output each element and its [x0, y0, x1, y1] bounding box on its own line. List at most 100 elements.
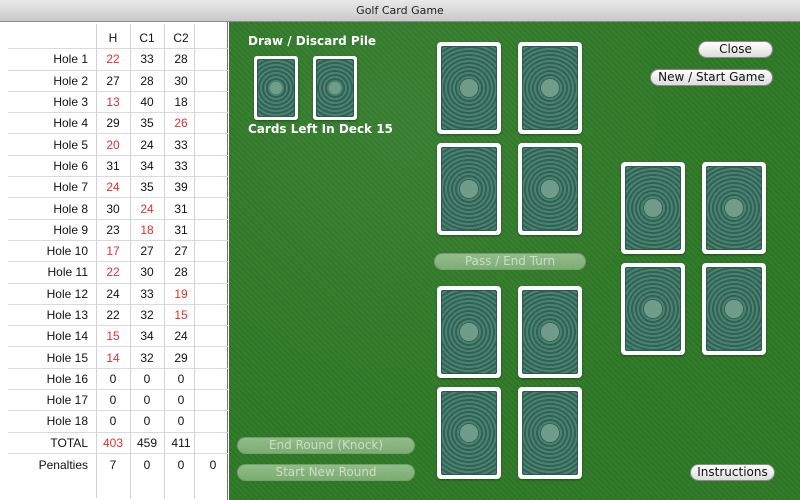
score-c2: 39 [174, 180, 188, 195]
score-h: 14 [106, 350, 120, 365]
hole-label: Hole 4 [53, 116, 88, 131]
card-back [625, 267, 681, 351]
hole-label: Hole 2 [53, 73, 88, 88]
hole-label: Hole 18 [46, 414, 88, 429]
score-h: 23 [106, 222, 120, 237]
instructions-button[interactable]: Instructions [690, 464, 775, 481]
card-back [706, 267, 762, 351]
column-header-h: H [108, 31, 118, 46]
score-c1: 35 [140, 180, 154, 195]
score-c1: 34 [140, 329, 154, 344]
card-back [441, 46, 497, 130]
score-c1: 0 [143, 371, 151, 386]
player-card[interactable] [518, 286, 582, 378]
score-c2: 31 [174, 201, 188, 216]
hole-row: Hole 16 0 0 0 [8, 369, 228, 391]
hole-label: Hole 5 [53, 137, 88, 152]
score-h: 0 [109, 414, 117, 429]
card-back [522, 46, 578, 130]
total-c2: 411 [171, 435, 191, 450]
hole-row: Hole 9 23 18 31 [8, 220, 228, 241]
discard-pile-card[interactable] [313, 56, 357, 120]
draw-discard-label: Draw / Discard Pile [248, 34, 377, 48]
hole-row: Hole 6 31 34 33 [8, 156, 228, 178]
score-c2: 0 [177, 371, 185, 386]
score-c2: 27 [174, 244, 188, 259]
score-c2: 19 [174, 286, 188, 301]
score-h: 13 [106, 95, 120, 110]
score-h: 22 [106, 308, 120, 322]
hole-label: Hole 3 [53, 95, 88, 110]
score-c1: 32 [140, 350, 154, 365]
c1-card [437, 143, 501, 235]
pass-end-turn-button[interactable]: Pass / End Turn [434, 253, 586, 270]
score-c1: 0 [143, 393, 151, 408]
score-h: 31 [106, 158, 120, 173]
c2-card [702, 263, 766, 355]
hole-row: Hole 2 27 28 30 [8, 71, 228, 92]
score-c2: 28 [174, 265, 188, 280]
deck-count-label: Cards Left In Deck 15 [248, 122, 393, 136]
hole-label: Hole 6 [53, 158, 88, 173]
hole-row: Hole 8 30 24 31 [8, 198, 228, 220]
hole-row: Hole 11 22 30 28 [8, 262, 228, 284]
score-h: 17 [106, 244, 120, 259]
c2-card [621, 162, 685, 254]
player-card[interactable] [437, 286, 501, 378]
draw-pile-card[interactable] [254, 56, 298, 120]
hole-row: Hole 13 22 32 15 [8, 305, 228, 327]
card-back [441, 147, 497, 231]
score-c2: 30 [174, 73, 188, 88]
card-back [706, 166, 762, 250]
score-c2: 0 [177, 414, 185, 429]
hole-label: Hole 8 [53, 201, 88, 216]
hole-row: Hole 4 29 35 26 [8, 113, 228, 135]
c1-card [437, 42, 501, 134]
new-start-game-button[interactable]: New / Start Game [650, 69, 773, 86]
close-button[interactable]: Close [698, 41, 773, 58]
hole-label: Hole 15 [46, 350, 88, 365]
hole-row: Hole 12 24 33 19 [8, 284, 228, 305]
c2-card [621, 263, 685, 355]
score-c2: 0 [177, 393, 185, 408]
score-c1: 30 [140, 265, 154, 280]
score-h: 22 [106, 265, 120, 280]
hole-label: Hole 10 [46, 244, 88, 259]
start-new-round-button[interactable]: Start New Round [237, 464, 415, 481]
player-card[interactable] [437, 387, 501, 479]
card-back [441, 391, 497, 475]
score-h: 20 [106, 137, 120, 152]
card-back [522, 290, 578, 374]
scoreboard: H C1 C2 Hole 1 22 33 28 Hole 2 27 28 30 Hole 3 13… [0, 22, 228, 500]
hole-label: Hole 17 [46, 393, 88, 408]
penalties-c1: 0 [143, 457, 151, 472]
score-h: 0 [109, 393, 117, 408]
total-c1: 459 [136, 435, 158, 450]
penalties-extra: 0 [209, 457, 217, 472]
hole-row: Hole 17 0 0 0 [8, 390, 228, 412]
c1-card [518, 143, 582, 235]
hole-row: Hole 1 22 33 28 [8, 49, 228, 71]
score-c1: 40 [140, 95, 154, 110]
total-label: TOTAL [50, 435, 88, 450]
score-c1: 18 [140, 222, 154, 237]
score-c2: 24 [174, 329, 188, 344]
game-window: Golf Card Game H C1 C2 Hole 1 22 33 28 Hole … [0, 0, 800, 500]
total-row: TOTAL 403 459 411 [8, 433, 228, 454]
hole-label: Hole 9 [53, 222, 88, 237]
score-h: 30 [106, 201, 120, 216]
player-card[interactable] [518, 387, 582, 479]
score-c2: 15 [174, 308, 188, 322]
total-h: 403 [102, 435, 124, 450]
end-round-knock-button[interactable]: End Round (Knock) [237, 437, 415, 454]
score-c2: 26 [174, 116, 188, 131]
hole-label: Hole 14 [46, 329, 88, 344]
hole-label: Hole 7 [53, 180, 88, 195]
title-bar: Golf Card Game [0, 0, 800, 22]
card-back [441, 290, 497, 374]
score-c2: 29 [174, 350, 188, 365]
card-back [522, 391, 578, 475]
c2-card [702, 162, 766, 254]
score-c1: 24 [140, 137, 154, 152]
score-c1: 33 [140, 286, 154, 301]
